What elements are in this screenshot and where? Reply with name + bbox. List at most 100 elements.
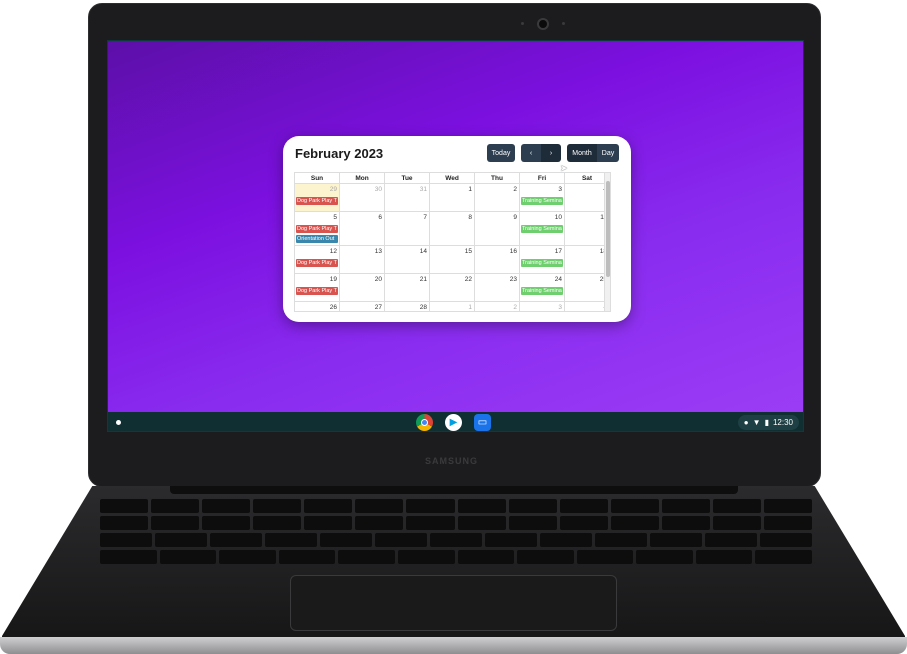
event-training[interactable]: Training Semina <box>521 225 563 233</box>
day-number: 10 <box>554 214 562 221</box>
battery-icon: ▮ <box>764 418 769 427</box>
day-cell[interactable]: 10 Training Semina <box>520 212 565 245</box>
week-row: 29 Dog Park Play T 30 31 1 2 3 Training … <box>295 184 610 212</box>
day-cell[interactable]: 12 Dog Park Play T <box>295 246 340 273</box>
event-training[interactable]: Training Semina <box>521 287 563 295</box>
today-button[interactable]: Today <box>487 144 515 162</box>
key <box>705 533 757 547</box>
day-cell[interactable]: 9 <box>475 212 520 245</box>
weekday-label: Tue <box>385 173 430 183</box>
status-tray[interactable]: ● ▼ ▮ 12:30 <box>737 415 799 430</box>
day-cell[interactable]: 28 <box>385 302 430 311</box>
key <box>375 533 427 547</box>
day-cell[interactable]: 1 <box>430 184 475 211</box>
day-cell[interactable]: 24 Training Semina <box>520 274 565 301</box>
day-cell[interactable]: 17 Training Semina <box>520 246 565 273</box>
event-dog-park[interactable]: Dog Park Play T <box>296 225 338 233</box>
launcher-button[interactable] <box>112 416 125 429</box>
key <box>151 516 200 530</box>
weekday-label: Wed <box>430 173 475 183</box>
day-number: 2 <box>513 304 517 311</box>
key <box>517 550 574 564</box>
launcher-icon <box>116 420 121 425</box>
event-training[interactable]: Training Semina <box>521 259 563 267</box>
day-cell[interactable]: 2 <box>475 302 520 311</box>
day-cell[interactable]: 15 <box>430 246 475 273</box>
key <box>610 499 659 513</box>
play-store-icon[interactable]: ▶ <box>445 414 462 431</box>
event-dog-park[interactable]: Dog Park Play T <box>296 287 338 295</box>
day-cell[interactable]: 2 <box>475 184 520 211</box>
month-view-button[interactable]: Month <box>567 144 597 162</box>
key <box>763 499 813 513</box>
day-cell[interactable]: 31 <box>385 184 430 211</box>
day-cell[interactable]: 7 <box>385 212 430 245</box>
scrollbar-thumb[interactable] <box>606 181 610 277</box>
wifi-icon: ▼ <box>752 418 761 427</box>
prev-button[interactable]: ‹ <box>521 144 541 162</box>
weekday-header: Sun Mon Tue Wed Thu Fri Sat <box>295 173 610 184</box>
key <box>508 499 557 513</box>
month-grid: Sun Mon Tue Wed Thu Fri Sat 29 Dog Park … <box>294 172 611 312</box>
day-cell[interactable]: 30 <box>340 184 385 211</box>
day-cell[interactable]: 26 <box>295 302 340 311</box>
day-number: 12 <box>329 248 337 255</box>
day-cell[interactable]: 16 <box>475 246 520 273</box>
next-button[interactable]: › <box>541 144 561 162</box>
calendar-scrollbar[interactable] <box>604 173 610 311</box>
day-cell[interactable]: 22 <box>430 274 475 301</box>
day-cell[interactable]: 27 <box>340 302 385 311</box>
key <box>755 550 812 564</box>
screen: February 2023 Today ‹ › Month Day ➤ Sun … <box>107 40 804 432</box>
key <box>457 550 515 564</box>
calendar-window: February 2023 Today ‹ › Month Day ➤ Sun … <box>283 136 631 322</box>
key <box>508 516 557 530</box>
day-cell[interactable]: 6 <box>340 212 385 245</box>
day-number: 13 <box>374 248 382 255</box>
day-number: 7 <box>423 214 427 221</box>
key <box>355 499 404 513</box>
key <box>151 499 200 513</box>
day-number: 14 <box>419 248 427 255</box>
day-cell[interactable]: 20 <box>340 274 385 301</box>
day-cell[interactable]: 19 Dog Park Play T <box>295 274 340 301</box>
day-view-button[interactable]: Day <box>597 144 619 162</box>
day-cell[interactable]: 1 <box>430 302 475 311</box>
day-cell[interactable]: 29 Dog Park Play T <box>295 184 340 211</box>
key <box>610 516 659 530</box>
day-cell[interactable]: 21 <box>385 274 430 301</box>
webcam <box>537 18 549 30</box>
day-cell[interactable]: 13 <box>340 246 385 273</box>
day-number: 1 <box>468 304 472 311</box>
day-number: 2 <box>513 186 517 193</box>
key <box>406 516 455 530</box>
key <box>661 516 710 530</box>
files-icon[interactable]: ▭ <box>474 414 491 431</box>
day-cell[interactable]: 5 Dog Park Play T Orientation Out <box>295 212 340 245</box>
day-number: 27 <box>374 304 382 311</box>
calendar-title: February 2023 <box>295 146 384 161</box>
key <box>712 516 761 530</box>
key <box>99 516 149 530</box>
event-training[interactable]: Training Semina <box>521 197 563 205</box>
day-cell[interactable]: 8 <box>430 212 475 245</box>
key <box>304 499 353 513</box>
shelf: ▶ ▭ ● ▼ ▮ 12:30 <box>108 412 803 431</box>
day-number: 22 <box>464 276 472 283</box>
day-cell[interactable]: 14 <box>385 246 430 273</box>
event-dog-park[interactable]: Dog Park Play T <box>296 197 338 205</box>
day-number: 20 <box>374 276 382 283</box>
event-orientation[interactable]: Orientation Out <box>296 235 338 243</box>
chrome-icon[interactable] <box>416 414 433 431</box>
key <box>397 550 455 564</box>
day-cell[interactable]: 3 Training Semina <box>520 184 565 211</box>
day-cell[interactable]: 3 <box>520 302 565 311</box>
key <box>763 516 813 530</box>
key <box>320 533 372 547</box>
key <box>430 533 482 547</box>
day-cell[interactable]: 23 <box>475 274 520 301</box>
event-dog-park[interactable]: Dog Park Play T <box>296 259 338 267</box>
week-row: 19 Dog Park Play T 20 21 22 23 24 Traini… <box>295 274 610 302</box>
laptop-base-edge <box>0 637 907 654</box>
day-number: 1 <box>468 186 472 193</box>
